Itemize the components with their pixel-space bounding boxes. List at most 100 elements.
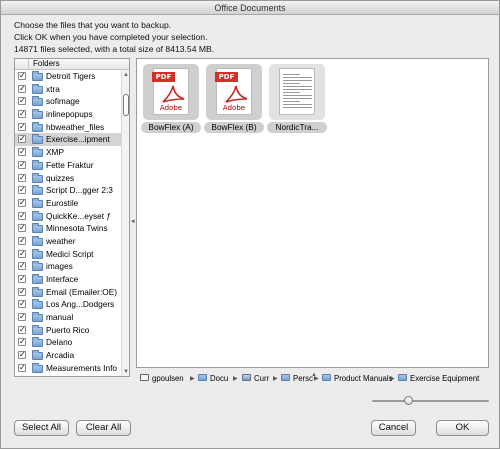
folder-row[interactable]: ✓ Arcadia <box>15 349 121 362</box>
select-all-button[interactable]: Select All <box>14 420 69 436</box>
path-separator-icon: ▶ <box>273 376 278 382</box>
clear-all-button[interactable]: Clear All <box>76 420 131 436</box>
folder-label: Fette Fraktur <box>46 159 94 170</box>
folder-icon <box>32 299 43 310</box>
ok-button[interactable]: OK <box>436 420 489 436</box>
folder-checkbox[interactable]: ✓ <box>18 97 26 106</box>
drive-icon <box>242 374 251 382</box>
folder-checkbox[interactable]: ✓ <box>18 122 26 131</box>
path-item[interactable]: Product Manuals <box>322 370 393 388</box>
pdf-icon[interactable]: PDF Adobe <box>143 64 199 120</box>
folder-checkbox[interactable]: ✓ <box>18 148 26 157</box>
folder-row[interactable]: ✓ Eurostile <box>15 197 121 210</box>
folder-row[interactable]: ✓ Email (Emailer:OE) <box>15 286 121 299</box>
folder-row[interactable]: ✓ XMP <box>15 146 121 159</box>
folder-icon <box>32 134 43 145</box>
folder-checkbox[interactable]: ✓ <box>18 72 26 80</box>
folder-row[interactable]: ✓ xtra <box>15 83 121 96</box>
zoom-slider-track[interactable] <box>372 400 489 402</box>
folder-checkbox[interactable]: ✓ <box>18 262 26 271</box>
folder-row[interactable]: ✓ QuickKe...eyset ƒ <box>15 210 121 223</box>
path-item[interactable]: Curr <box>242 370 269 388</box>
folder-row[interactable]: ✓ Minnesota Twins <box>15 222 121 235</box>
folder-checkbox[interactable]: ✓ <box>18 135 26 144</box>
preview-line <box>283 101 301 102</box>
folder-checkbox[interactable]: ✓ <box>18 198 26 207</box>
path-item-label: gpoulsen <box>152 374 184 383</box>
folder-label: Detroit Tigers <box>46 71 96 81</box>
folder-row[interactable]: ✓ Measurements Info <box>15 362 121 375</box>
pdf-badge: PDF <box>152 72 175 82</box>
folder-checkbox[interactable]: ✓ <box>18 275 26 283</box>
instruction-line-1: Choose the files that you want to backup… <box>14 20 172 30</box>
folder-icon <box>32 223 43 234</box>
folder-row[interactable]: ✓ sofimage <box>15 95 121 108</box>
folder-checkbox[interactable]: ✓ <box>18 211 26 220</box>
file-item[interactable]: PDF Adobe BowFlex (A) <box>141 63 201 133</box>
file-label: BowFlex (B) <box>204 122 264 133</box>
folders-column-header[interactable]: Folders <box>15 59 129 70</box>
scroll-up-icon[interactable]: ▲ <box>123 72 129 78</box>
folder-checkbox[interactable]: ✓ <box>18 173 26 182</box>
folder-row[interactable]: ✓ images <box>15 260 121 273</box>
document-page <box>279 68 315 115</box>
folder-checkbox[interactable]: ✓ <box>18 236 26 245</box>
folder-icon <box>32 71 43 81</box>
folder-checkbox[interactable]: ✓ <box>18 313 26 322</box>
folder-checkbox[interactable]: ✓ <box>18 84 26 93</box>
preview-line <box>283 86 312 87</box>
folder-list-scrollbar[interactable]: ▲ ▼ <box>121 70 129 376</box>
folder-label: Measurements Info <box>46 362 118 373</box>
folder-checkbox[interactable]: ✓ <box>18 300 26 309</box>
folder-row[interactable]: ✓ inlinepopups <box>15 108 121 121</box>
folder-icon <box>32 362 43 373</box>
folder-icon <box>32 248 43 259</box>
folder-row[interactable]: ✓ Fette Fraktur <box>15 159 121 172</box>
folder-checkbox[interactable]: ✓ <box>18 224 26 233</box>
zoom-slider-knob[interactable] <box>404 396 413 405</box>
folder-checkbox[interactable]: ✓ <box>18 249 26 258</box>
folder-checkbox[interactable]: ✓ <box>18 325 26 334</box>
folder-checkbox[interactable]: ✓ <box>18 186 26 195</box>
folder-row[interactable]: ✓ Script D...gger 2:3 <box>15 184 121 197</box>
folder-checkbox[interactable]: ✓ <box>18 110 26 119</box>
folder-row[interactable]: ✓ Puerto Rico <box>15 324 121 337</box>
file-item[interactable]: PDF Adobe BowFlex (B) <box>204 63 264 133</box>
cancel-button[interactable]: Cancel <box>371 420 416 436</box>
instruction-line-2: Click OK when you have completed your se… <box>14 32 208 42</box>
folder-icon <box>322 374 331 382</box>
folder-row[interactable]: ✓ Medici Script <box>15 248 121 261</box>
folder-checkbox[interactable]: ✓ <box>18 338 26 347</box>
folder-checkbox[interactable]: ✓ <box>18 363 26 372</box>
scrollbar-thumb[interactable] <box>123 94 129 116</box>
folder-checkbox[interactable]: ✓ <box>18 351 26 360</box>
folder-label: images <box>46 261 73 272</box>
folder-icon <box>32 172 43 183</box>
zoom-slider[interactable] <box>372 394 489 408</box>
folder-label: weather <box>46 235 76 246</box>
folder-row[interactable]: ✓ weather <box>15 235 121 248</box>
folder-label: manual <box>46 312 74 323</box>
folder-checkbox[interactable]: ✓ <box>18 160 26 169</box>
scroll-down-icon[interactable]: ▼ <box>123 369 129 375</box>
folder-row[interactable]: ✓ hbweather_files <box>15 121 121 134</box>
file-item[interactable]: NordicTra... <box>267 63 327 133</box>
path-item[interactable]: Docu <box>198 370 228 388</box>
path-item[interactable]: Persc <box>281 370 313 388</box>
path-item[interactable]: Exercise Equipment <box>398 370 479 388</box>
document-thumbnail-icon[interactable] <box>269 64 325 120</box>
folder-checkbox[interactable]: ✓ <box>18 287 26 296</box>
adobe-label: Adobe <box>222 104 246 112</box>
folder-row[interactable]: ✓ quizzes <box>15 172 121 185</box>
folder-row[interactable]: ✓ Los Ang...Dodgers <box>15 298 121 311</box>
folder-row[interactable]: ✓ Detroit Tigers <box>15 70 121 83</box>
folder-icon <box>32 350 43 361</box>
folder-row[interactable]: ✓ Delano <box>15 336 121 349</box>
pdf-icon[interactable]: PDF Adobe <box>206 64 262 120</box>
folder-label: Los Ang...Dodgers <box>46 299 115 310</box>
splitter-handle-icon[interactable]: ◂ <box>131 217 135 225</box>
folder-row[interactable]: ✓ Interface <box>15 273 121 286</box>
folder-row[interactable]: ✓ Exercise...ipment <box>15 133 121 147</box>
path-item[interactable]: gpoulsen <box>140 370 184 388</box>
folder-row[interactable]: ✓ manual <box>15 311 121 324</box>
